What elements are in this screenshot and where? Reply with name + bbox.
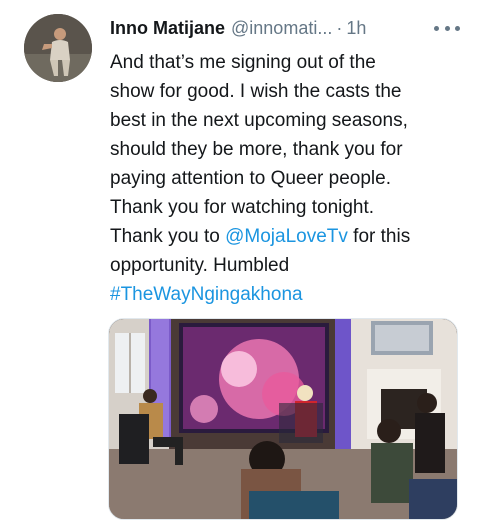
more-dot (455, 25, 460, 31)
tweet-line: And that’s me signing out of the (110, 52, 376, 73)
author-handle[interactable]: @innomati... (231, 18, 332, 39)
tweet-line: paying attention to Queer people. (110, 168, 391, 189)
tweet-line: show for good. I wish the casts the (110, 81, 402, 102)
mention-link[interactable]: @MojaLoveTv (225, 226, 348, 247)
tweet-text-fragment: Thank you to (110, 226, 226, 247)
separator-dot: · (336, 17, 343, 38)
tweet-line: best in the next upcoming seasons, (110, 110, 408, 131)
author-avatar[interactable] (24, 14, 92, 82)
tv-studio-photo (109, 319, 457, 519)
tweet-text-fragment: for this (347, 226, 411, 247)
more-dot (434, 25, 439, 31)
tweet-line: should they be more, thank you for (110, 139, 403, 160)
more-options-icon[interactable] (434, 16, 460, 40)
tweet-line: Thank you for watching tonight. (110, 197, 375, 218)
tweet-line-with-mention: Thank you to @MojaLoveTv for this (110, 222, 462, 251)
author-name[interactable]: Inno Matijane (110, 18, 225, 39)
tweet-line: opportunity. Humbled (110, 255, 290, 276)
avatar-photo (24, 14, 92, 82)
tweet-timestamp[interactable]: 1h (346, 18, 366, 39)
tweet-media-image[interactable] (108, 318, 458, 520)
tweet-header: Inno Matijane @innomati... · 1h (110, 14, 460, 42)
more-dot (444, 25, 450, 31)
hashtag-link[interactable]: #TheWayNgingakhona (110, 280, 462, 309)
tweet-text: And that’s me signing out of the show fo… (110, 48, 462, 309)
